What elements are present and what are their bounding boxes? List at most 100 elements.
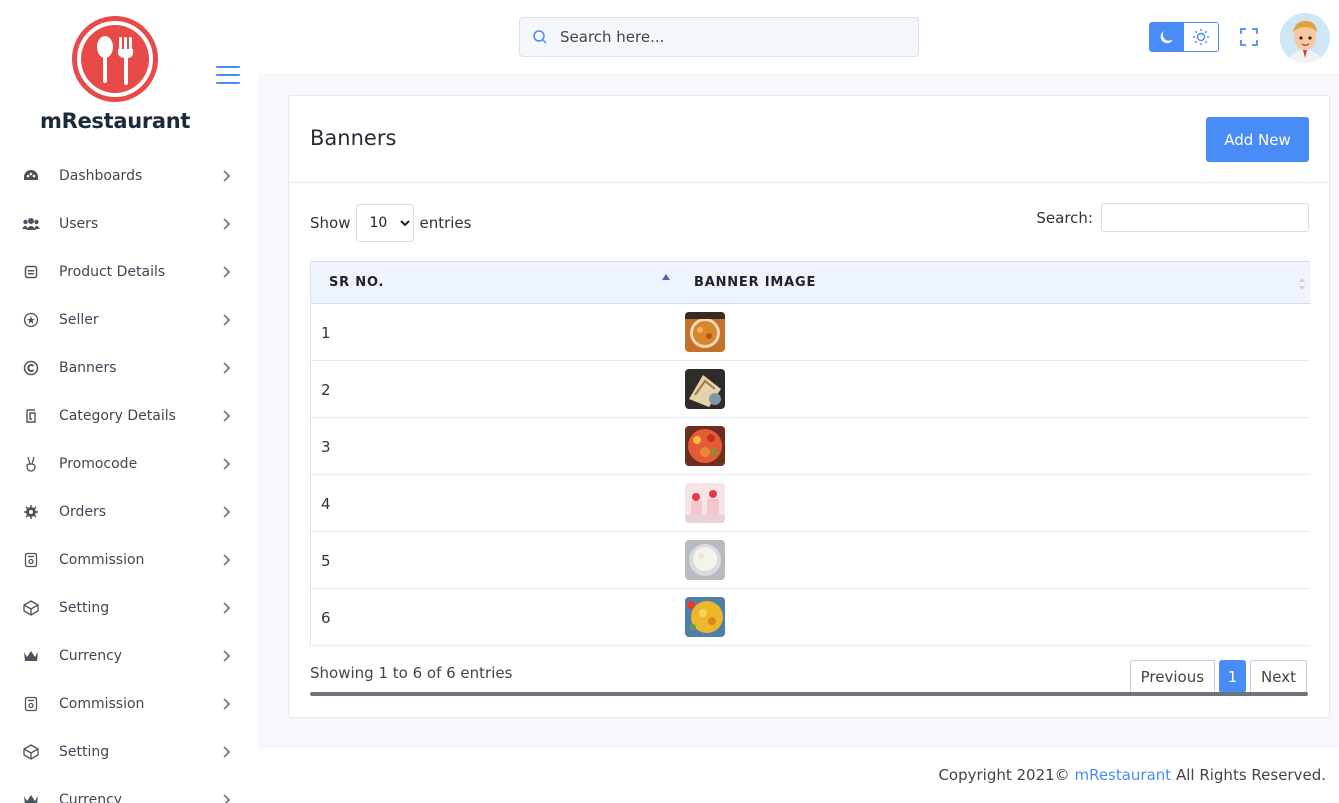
- sidebar-item-label: Currency: [59, 792, 123, 803]
- user-avatar-icon: [1280, 13, 1330, 63]
- chevron-right-icon: [223, 794, 231, 803]
- sidebar-item-setting[interactable]: Setting: [0, 584, 258, 632]
- gear-burst-icon: [22, 503, 40, 521]
- sr-no-cell: 5: [321, 552, 331, 570]
- page-title: Banners: [310, 126, 397, 150]
- sidebar-item-promocode[interactable]: Promocode: [0, 440, 258, 488]
- receipt-icon: [22, 551, 40, 569]
- banner-thumbnail[interactable]: [685, 426, 725, 466]
- table-row: 4: [311, 475, 1310, 532]
- sidebar-item-commission[interactable]: Commission: [0, 536, 258, 584]
- column-header-banner-image[interactable]: BANNER IMAGE: [694, 275, 816, 290]
- chevron-right-icon: [223, 650, 231, 662]
- footer-brand-link[interactable]: mRestaurant: [1074, 766, 1171, 784]
- show-label: Show: [310, 214, 351, 232]
- entries-per-page-select[interactable]: 10 25 50 100: [356, 204, 415, 242]
- fullscreen-icon[interactable]: [1240, 28, 1258, 46]
- footer: Copyright 2021© mRestaurant All Rights R…: [258, 748, 1339, 803]
- table-header: SR NO. BANNER IMAGE: [311, 261, 1310, 304]
- sidebar-item-dashboards[interactable]: Dashboards: [0, 152, 258, 200]
- users-icon: [22, 215, 40, 233]
- sr-no-cell: 3: [321, 438, 331, 456]
- sidebar-item-setting[interactable]: Setting: [0, 728, 258, 776]
- chevron-right-icon: [223, 314, 231, 326]
- table-row: 1: [311, 304, 1310, 361]
- table-row: 6: [311, 589, 1310, 646]
- sidebar-item-label: Category Details: [59, 408, 176, 424]
- sort-ascending-icon: [662, 274, 670, 280]
- sidebar-item-label: Orders: [59, 504, 107, 520]
- brand-logo[interactable]: mRestaurant: [40, 16, 190, 133]
- sidebar-item-banners[interactable]: Banners: [0, 344, 258, 392]
- entries-label: entries: [419, 214, 472, 232]
- banner-thumbnail[interactable]: [685, 369, 725, 409]
- chevron-right-icon: [223, 266, 231, 278]
- table-row: 5: [311, 532, 1310, 589]
- star-badge-icon: [22, 311, 40, 329]
- horizontal-scrollbar[interactable]: [310, 692, 1308, 696]
- chevron-right-icon: [223, 362, 231, 374]
- box-icon: [22, 263, 40, 281]
- card-header: Banners Add New: [289, 96, 1329, 183]
- cupcake-dessert-image: [685, 483, 725, 523]
- banner-thumbnail[interactable]: [685, 312, 725, 352]
- add-new-button[interactable]: Add New: [1206, 117, 1309, 162]
- table-search-input[interactable]: [1101, 203, 1309, 232]
- banner-thumbnail[interactable]: [685, 483, 725, 523]
- cube-icon: [22, 599, 40, 617]
- palette-icon: [22, 167, 40, 185]
- theme-toggle: [1149, 22, 1219, 52]
- search-icon: [533, 30, 547, 44]
- page-1-button[interactable]: 1: [1219, 660, 1247, 693]
- flatbread-dish-image: [685, 369, 725, 409]
- sidebar-item-label: Setting: [59, 744, 110, 760]
- banner-thumbnail[interactable]: [685, 540, 725, 580]
- global-search: [519, 17, 919, 57]
- chevron-right-icon: [223, 506, 231, 518]
- chevron-right-icon: [223, 698, 231, 710]
- pagination: Previous 1 Next: [1129, 660, 1307, 693]
- sidebar-item-currency[interactable]: Currency: [0, 776, 258, 803]
- sidebar-item-label: Currency: [59, 648, 123, 664]
- avatar[interactable]: [1280, 13, 1330, 63]
- spiral-icon: [22, 407, 40, 425]
- cube-icon: [22, 743, 40, 761]
- sidebar-item-label: Commission: [59, 696, 145, 712]
- topbar: [258, 0, 1339, 73]
- sidebar-item-commission[interactable]: Commission: [0, 680, 258, 728]
- moon-icon: [1160, 31, 1173, 44]
- yellow-curry-image: [685, 597, 725, 637]
- sidebar-item-users[interactable]: Users: [0, 200, 258, 248]
- table-info: Showing 1 to 6 of 6 entries: [310, 664, 513, 682]
- dark-mode-button[interactable]: [1150, 23, 1184, 51]
- sidebar-item-label: Banners: [59, 360, 117, 376]
- sidebar-item-label: Users: [59, 216, 99, 232]
- light-mode-button[interactable]: [1184, 23, 1218, 51]
- column-header-sr-no[interactable]: SR NO.: [329, 275, 384, 290]
- banner-thumbnail[interactable]: [685, 597, 725, 637]
- entries-length-control: Show 10 25 50 100 entries: [310, 204, 471, 242]
- sidebar-item-category-details[interactable]: Category Details: [0, 392, 258, 440]
- sidebar-item-label: Promocode: [59, 456, 138, 472]
- menu-toggle-icon[interactable]: [216, 66, 240, 84]
- main-content: Banners Add New Show 10 25 50 100 entrie…: [258, 73, 1339, 748]
- chevron-right-icon: [223, 218, 231, 230]
- victory-hand-icon: [22, 455, 40, 473]
- table-search: Search:: [1036, 203, 1309, 232]
- rice-bowl-image: [685, 540, 725, 580]
- global-search-input[interactable]: [560, 28, 890, 46]
- sidebar-item-orders[interactable]: Orders: [0, 488, 258, 536]
- chevron-right-icon: [223, 746, 231, 758]
- copyright-icon: [22, 359, 40, 377]
- brand-name: mRestaurant: [40, 109, 191, 133]
- curry-dish-image: [685, 312, 725, 352]
- sr-no-cell: 6: [321, 609, 331, 627]
- previous-page-button[interactable]: Previous: [1129, 660, 1216, 693]
- sidebar-item-product-details[interactable]: Product Details: [0, 248, 258, 296]
- next-page-button[interactable]: Next: [1250, 660, 1307, 693]
- crown-icon: [22, 647, 40, 665]
- logo-emblem: [72, 16, 158, 102]
- spoon-fork-icon: [81, 25, 149, 93]
- sidebar-item-currency[interactable]: Currency: [0, 632, 258, 680]
- sidebar-item-seller[interactable]: Seller: [0, 296, 258, 344]
